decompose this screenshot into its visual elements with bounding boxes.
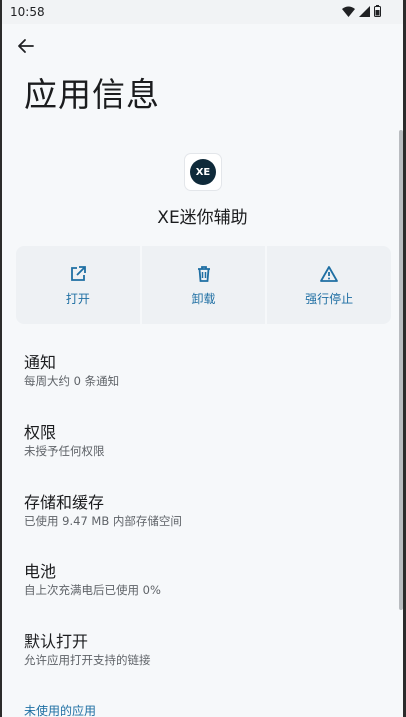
item-subtitle: 已使用 9.47 MB 内部存储空间 [24, 514, 182, 528]
uninstall-button[interactable]: 卸载 [141, 246, 266, 324]
open-by-default-item[interactable]: 默认打开 允许应用打开支持的链接 [2, 628, 403, 690]
item-title: 权限 [24, 423, 57, 442]
unused-apps-header: 未使用的应用 [24, 704, 97, 717]
open-button[interactable]: 打开 [16, 246, 140, 324]
item-subtitle: 每周大约 0 条通知 [24, 374, 120, 388]
app-info-screen: 10:58 应用信息 XE XE迷你辅助 打开 卸载 强行停止 通知 每周大约 … [2, 0, 403, 717]
battery-icon [374, 5, 381, 17]
status-icons [342, 5, 381, 17]
item-title: 存储和缓存 [24, 493, 105, 512]
warning-icon [319, 264, 339, 284]
open-external-icon [68, 264, 88, 284]
app-icon: XE [185, 154, 221, 190]
status-bar: 10:58 [2, 0, 403, 24]
notifications-item[interactable]: 通知 每周大约 0 条通知 [2, 349, 403, 411]
item-subtitle: 允许应用打开支持的链接 [24, 653, 151, 667]
status-time: 10:58 [10, 5, 45, 19]
item-title: 默认打开 [24, 632, 89, 651]
item-subtitle: 自上次充满电后已使用 0% [24, 583, 161, 597]
trash-icon [194, 264, 214, 284]
open-label: 打开 [65, 291, 90, 306]
back-button[interactable] [12, 34, 40, 62]
page-title: 应用信息 [24, 75, 160, 114]
force-stop-button[interactable]: 强行停止 [267, 246, 392, 324]
uninstall-label: 卸载 [191, 291, 216, 306]
scrollbar[interactable] [399, 130, 403, 610]
arrow-left-icon [17, 37, 35, 59]
app-logo: XE [190, 159, 216, 185]
force-stop-label: 强行停止 [305, 291, 354, 306]
signal-icon [359, 5, 370, 17]
app-name: XE迷你辅助 [157, 208, 248, 228]
action-bar: 打开 卸载 强行停止 [16, 246, 392, 324]
item-title: 通知 [24, 353, 57, 372]
battery-item[interactable]: 电池 自上次充满电后已使用 0% [2, 558, 403, 620]
wifi-icon [342, 6, 355, 17]
item-title: 电池 [24, 562, 57, 581]
storage-item[interactable]: 存储和缓存 已使用 9.47 MB 内部存储空间 [2, 489, 403, 551]
permissions-item[interactable]: 权限 未授予任何权限 [2, 419, 403, 481]
item-subtitle: 未授予任何权限 [24, 444, 105, 458]
